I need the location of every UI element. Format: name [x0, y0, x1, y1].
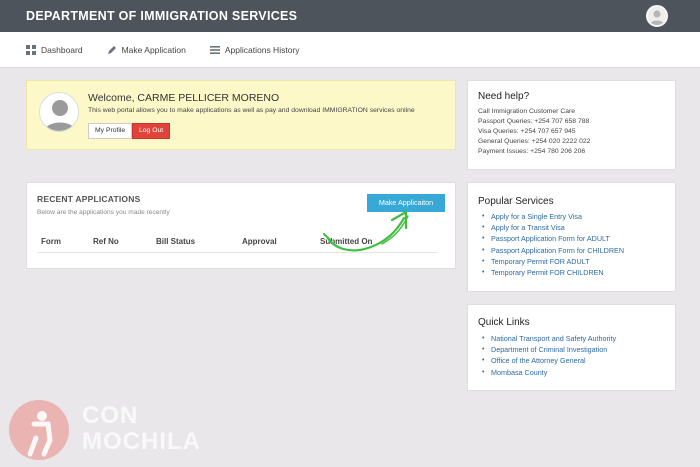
quick-links-list: National Transport and Safety Authority …: [482, 333, 616, 378]
dashboard-icon: [26, 44, 36, 55]
profile-avatar-icon: [39, 92, 79, 132]
quick-link[interactable]: Mombasa County: [482, 367, 616, 378]
column-bill-status: Bill Status: [156, 237, 196, 246]
nav-dashboard[interactable]: Dashboard: [26, 44, 83, 55]
quick-link[interactable]: Department of Criminal Investigation: [482, 344, 616, 355]
popular-services-panel: Popular Services Apply for a Single Entr…: [467, 182, 676, 292]
service-link[interactable]: Passport Application Form for CHILDREN: [482, 245, 624, 256]
quick-link[interactable]: National Transport and Safety Authority: [482, 333, 616, 344]
quick-links-title: Quick Links: [478, 317, 530, 328]
list-icon: [209, 45, 220, 54]
help-line: Visa Queries: +254 707 657 945: [478, 128, 576, 135]
service-link[interactable]: Apply for a Transit Visa: [482, 222, 624, 233]
my-profile-button[interactable]: My Profile: [88, 123, 133, 139]
nav-make-application-label: Make Application: [121, 44, 186, 55]
logout-button[interactable]: Log Out: [132, 123, 171, 139]
nav-dashboard-label: Dashboard: [41, 44, 83, 55]
watermark-logo-icon: [9, 400, 69, 460]
need-help-title: Need help?: [478, 91, 530, 102]
nav-applications-history-label: Applications History: [224, 44, 300, 55]
popular-services-title: Popular Services: [478, 196, 554, 207]
recent-applications-title: RECENT APPLICATIONS: [37, 194, 141, 204]
welcome-heading: Welcome, CARME PELLICER MORENO: [88, 92, 280, 104]
annotation-arrow-icon: [323, 210, 409, 252]
service-link[interactable]: Apply for a Single Entry Visa: [482, 211, 624, 222]
column-form: Form: [41, 237, 61, 246]
app-title: DEPARTMENT OF IMMIGRATION SERVICES: [26, 9, 298, 23]
column-ref-no: Ref No: [93, 237, 119, 246]
help-line: Call Immigration Customer Care: [478, 108, 576, 115]
watermark-text: CON: [82, 402, 139, 429]
service-link[interactable]: Temporary Permit FOR CHILDREN: [482, 267, 624, 278]
top-bar: DEPARTMENT OF IMMIGRATION SERVICES: [0, 0, 700, 32]
watermark-text: MOCHILA: [82, 428, 201, 455]
recent-applications-subtitle: Below are the applications you made rece…: [37, 209, 170, 216]
welcome-panel: Welcome, CARME PELLICER MORENO This web …: [26, 80, 456, 150]
column-approval: Approval: [242, 237, 277, 246]
user-avatar-icon[interactable]: [646, 5, 668, 27]
main-nav: Dashboard Make Application Applications …: [0, 32, 700, 68]
need-help-panel: Need help? Call Immigration Customer Car…: [467, 80, 676, 170]
quick-link[interactable]: Office of the Attorney General: [482, 355, 616, 366]
popular-services-list: Apply for a Single Entry Visa Apply for …: [482, 211, 624, 278]
service-link[interactable]: Temporary Permit FOR ADULT: [482, 256, 624, 267]
service-link[interactable]: Passport Application Form for ADULT: [482, 233, 624, 244]
quick-links-panel: Quick Links National Transport and Safet…: [467, 304, 676, 391]
nav-make-application[interactable]: Make Application: [107, 45, 186, 55]
help-line: General Queries: +254 020 2222 022: [478, 138, 591, 145]
help-line: Passport Queries: +254 707 658 788: [478, 118, 590, 125]
nav-applications-history[interactable]: Applications History: [209, 44, 300, 55]
welcome-description: This web portal allows you to make appli…: [88, 107, 415, 114]
help-line: Payment Issues: +254 780 206 206: [478, 148, 586, 155]
pencil-icon: [107, 45, 116, 54]
